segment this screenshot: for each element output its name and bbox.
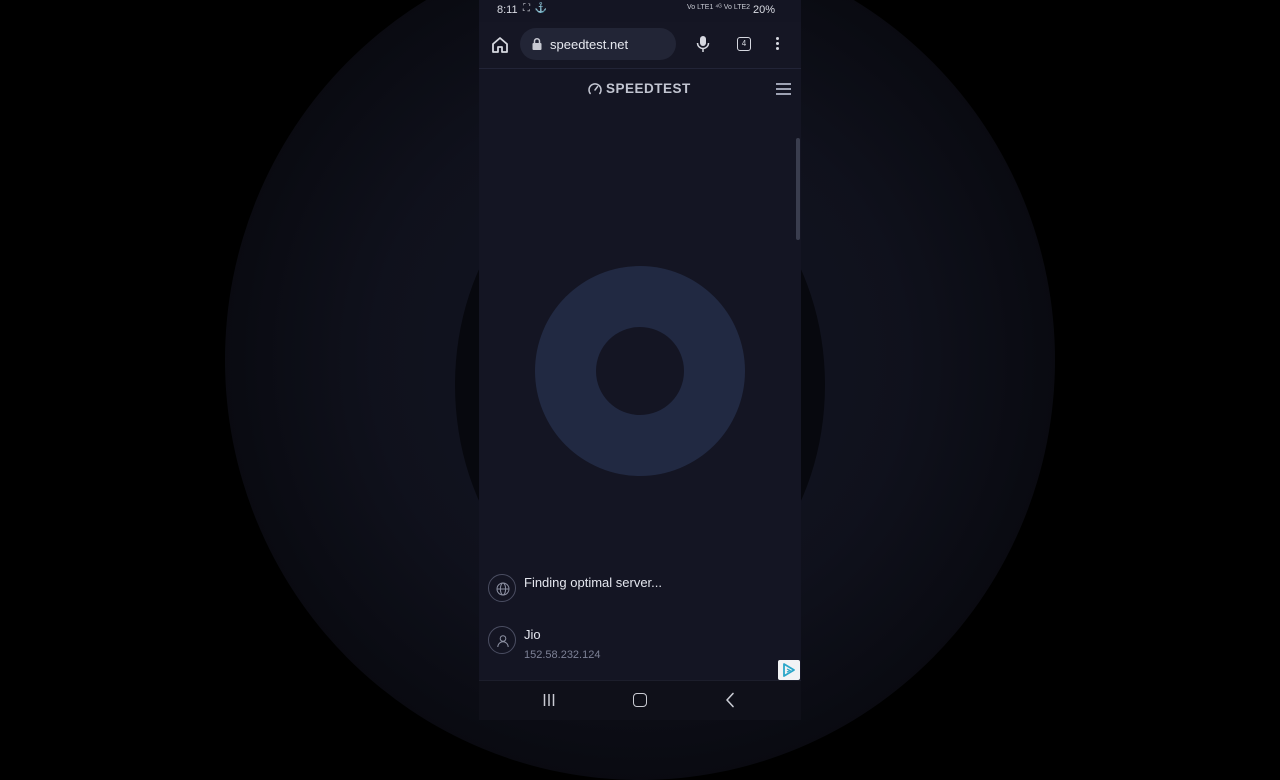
home-icon[interactable] [489,34,511,56]
system-nav-bar [479,680,801,720]
status-time: 8:11 [497,4,518,16]
server-status-text: Finding optimal server... [524,575,663,590]
battery-level: 20% [753,4,776,16]
gauge-center [596,327,684,415]
user-icon [488,626,516,654]
provider-ip: 152.58.232.124 [524,649,601,661]
mic-icon[interactable] [694,33,712,55]
phone-screen: 8:11 ⛶ ⚓ Vo LTE1 ⁴ᴳ Vo LTE2 20% speedtes… [479,0,801,720]
more-vert-icon[interactable] [772,35,782,53]
site-header: SPEEDTEST [479,68,801,110]
hamburger-icon[interactable] [776,83,791,95]
status-bar: 8:11 ⛶ ⚓ Vo LTE1 ⁴ᴳ Vo LTE2 20% [479,0,801,22]
tabs-icon[interactable]: 4 [737,37,751,51]
browser-toolbar: speedtest.net 4 [479,22,801,69]
scrollbar[interactable] [796,138,800,240]
server-row: Finding optimal server... [479,574,801,604]
address-bar[interactable]: speedtest.net [520,28,676,60]
brand-text: SPEEDTEST [606,81,691,96]
home-nav-icon[interactable] [633,693,647,707]
provider-row: Jio 152.58.232.124 [479,626,801,666]
adchoices-icon[interactable] [778,660,800,680]
signal-icons: Vo LTE1 ⁴ᴳ Vo LTE2 [687,4,751,11]
back-icon[interactable] [724,692,736,708]
status-notification-icons: ⛶ ⚓ [523,3,549,14]
lock-icon [531,37,543,51]
recent-apps-icon[interactable] [542,693,556,707]
speedtest-logo-icon [588,82,602,96]
speed-gauge-loading [535,266,745,476]
globe-icon [488,574,516,602]
url-text: speedtest.net [550,37,629,52]
provider-name: Jio [524,627,541,642]
